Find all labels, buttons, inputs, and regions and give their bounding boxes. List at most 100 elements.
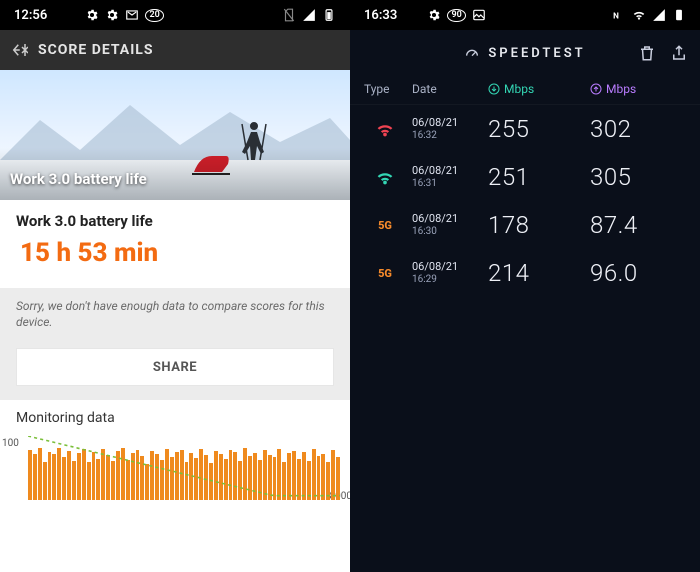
settings-gear-icon [85, 8, 99, 22]
no-sim-icon [282, 8, 296, 22]
chart-bar [126, 460, 130, 501]
chart-bar [287, 453, 291, 500]
chart-bar [253, 453, 257, 501]
chart-bar [292, 451, 296, 501]
chart-bar [145, 464, 149, 500]
download-arrow-icon [488, 83, 500, 95]
chart-bar [101, 449, 105, 500]
chart-bar [326, 462, 330, 501]
svg-text:N: N [613, 11, 619, 21]
result-row[interactable]: 5G06/08/2116:2921496.0 [350, 249, 700, 297]
chart-bar [33, 454, 37, 501]
status-left-icons: 20 [85, 8, 163, 22]
score-value: 15 h 53 min [16, 238, 334, 268]
chart-bar [263, 450, 267, 500]
chart-bar [331, 450, 335, 501]
result-download: 251 [488, 163, 584, 191]
chart-bar [150, 451, 154, 501]
chart-bar [136, 450, 140, 501]
chart-bar [273, 457, 277, 500]
chart-bar [67, 451, 71, 501]
result-upload: 87.4 [590, 211, 686, 239]
notification-badge: 20 [145, 9, 163, 22]
chart-bar [48, 452, 52, 500]
gauge-icon [464, 45, 480, 61]
trash-icon[interactable] [638, 44, 656, 62]
result-download: 214 [488, 259, 584, 287]
result-date: 06/08/2116:32 [412, 116, 482, 141]
chart-bar [321, 454, 325, 501]
col-date-header: Date [412, 82, 482, 96]
col-down-header: Mbps [488, 82, 584, 96]
score-title: Work 3.0 battery life [16, 212, 334, 230]
chart-bar [43, 462, 47, 501]
settings-gear-icon [105, 8, 119, 22]
result-upload: 96.0 [590, 259, 686, 287]
chart-bar [185, 462, 189, 501]
result-download: 178 [488, 211, 584, 239]
chart-bar [277, 449, 281, 501]
chart-bar [57, 448, 61, 500]
chart-bar [233, 452, 237, 500]
chart-bar [204, 455, 208, 500]
result-row[interactable]: 06/08/2116:32255302 [350, 105, 700, 153]
monitoring-header: Monitoring data [0, 400, 350, 430]
result-row[interactable]: 06/08/2116:31251305 [350, 153, 700, 201]
chart-bar [106, 455, 110, 500]
chart-bar [131, 453, 135, 501]
chart-bar [258, 460, 262, 501]
chart-bar [282, 462, 286, 500]
chart-bar [77, 453, 81, 500]
speedtest-title: SPEEDTEST [488, 46, 585, 61]
share-button[interactable]: SHARE [16, 348, 334, 386]
chart-bar [209, 463, 213, 500]
result-date: 06/08/2116:31 [412, 164, 482, 189]
status-left-icons: 90 [427, 8, 485, 22]
share-icon[interactable] [670, 44, 688, 62]
result-date: 06/08/2116:29 [412, 260, 482, 285]
chart-bar [38, 448, 42, 501]
battery-icon [322, 8, 336, 22]
chart-bar [297, 459, 301, 501]
status-bar-left: 12:56 20 [0, 0, 350, 30]
chart-bar [72, 461, 76, 501]
chart-bar [317, 456, 321, 501]
chart-bar [160, 460, 164, 500]
chart-bar [229, 450, 233, 501]
image-icon [472, 8, 486, 22]
chart-bar [170, 457, 174, 500]
chart-bar [238, 461, 242, 500]
gmail-icon [125, 8, 139, 22]
status-bar-right: 16:33 90 N [350, 0, 700, 30]
signal-icon [302, 8, 316, 22]
battery-icon [672, 8, 686, 22]
comparison-note: Sorry, we don't have enough data to comp… [0, 288, 350, 340]
monitoring-chart: 100 8000 [0, 430, 350, 510]
settings-gear-icon [427, 8, 441, 22]
chart-bar [268, 455, 272, 501]
chart-bar [87, 462, 91, 500]
chart-bar [302, 452, 306, 500]
col-up-header: Mbps [590, 82, 686, 96]
chart-bar [224, 459, 228, 500]
chart-bar [92, 452, 96, 500]
wifi-icon [372, 116, 398, 142]
results-column-headers: Type Date Mbps Mbps [350, 76, 700, 105]
status-time: 16:33 [364, 8, 397, 23]
chart-bar [336, 457, 340, 500]
col-type-header: Type [364, 82, 406, 96]
chart-bar [140, 456, 144, 500]
result-upload: 305 [590, 163, 686, 191]
result-download: 255 [488, 115, 584, 143]
chart-bar [175, 452, 179, 500]
upload-arrow-icon [590, 83, 602, 95]
chart-bar [189, 453, 193, 500]
status-time: 12:56 [14, 8, 47, 23]
chart-bar [312, 449, 316, 500]
chart-bar [214, 451, 218, 501]
chart-bar [194, 458, 198, 500]
back-snowflake-icon[interactable] [10, 41, 28, 59]
chart-bar [248, 456, 252, 500]
chart-bar [62, 457, 66, 500]
result-row[interactable]: 5G06/08/2116:3017887.4 [350, 201, 700, 249]
